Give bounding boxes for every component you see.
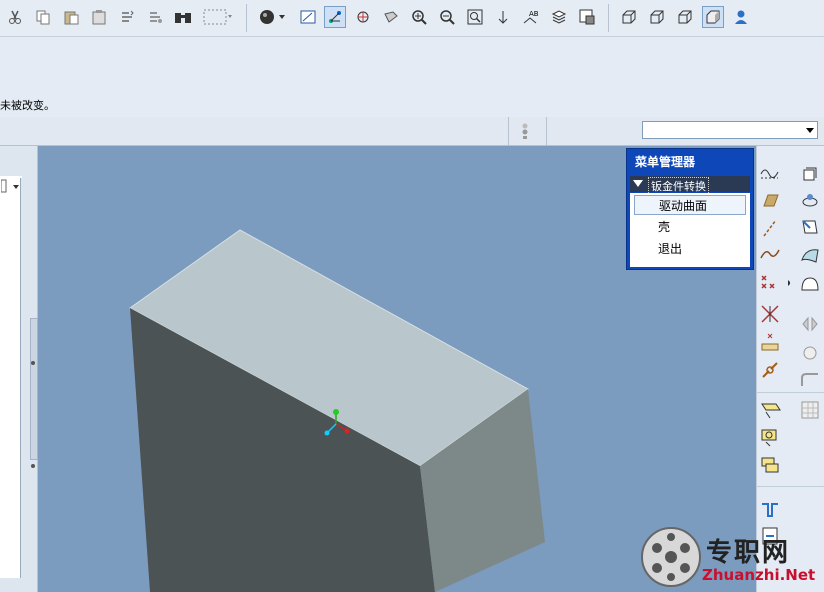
sketch-icon[interactable]	[760, 164, 780, 183]
mirror-icon[interactable]	[800, 316, 820, 335]
shell-icon[interactable]	[800, 344, 820, 365]
splitter-grip-icon	[31, 464, 35, 468]
watermark-url: Zhuanzhi.Net	[702, 566, 816, 584]
model-tree-icon[interactable]	[548, 6, 570, 28]
refit-icon[interactable]	[380, 6, 402, 28]
pattern-icon[interactable]	[800, 400, 820, 423]
hidden-line-icon[interactable]	[646, 6, 668, 28]
tree-settings-icon[interactable]	[0, 179, 19, 195]
panel-splitter[interactable]	[30, 318, 38, 460]
message-area	[0, 37, 824, 118]
zoom-out-icon[interactable]	[436, 6, 458, 28]
layer-tree-icon[interactable]	[576, 6, 598, 28]
model-tree-pane	[0, 176, 21, 578]
regen-manager-icon[interactable]	[144, 6, 166, 28]
saved-view-icon[interactable]	[297, 6, 319, 28]
filter-dropdown[interactable]	[642, 121, 818, 139]
message-text: 未被改变。	[0, 99, 55, 112]
style-icon[interactable]	[760, 456, 782, 479]
menu-item-shell[interactable]: 壳	[634, 217, 746, 237]
layer-display-icon[interactable]	[760, 400, 782, 423]
round-icon[interactable]	[800, 372, 820, 391]
wireframe-icon[interactable]	[618, 6, 640, 28]
datum-csys-icon[interactable]	[760, 304, 780, 327]
datum-plane-icon[interactable]	[760, 192, 780, 211]
find-icon[interactable]	[172, 6, 194, 28]
zoom-in-icon[interactable]	[408, 6, 430, 28]
view-manager-icon[interactable]	[760, 428, 782, 451]
paste-icon[interactable]	[60, 6, 82, 28]
relation-icon[interactable]	[760, 360, 780, 383]
revolve-icon[interactable]	[800, 192, 820, 213]
watermark-title: 专职网	[706, 538, 791, 568]
menu-manager-title: 菜单管理器	[635, 155, 696, 169]
watermark-logo-icon	[641, 527, 701, 587]
chevron-down-icon[interactable]	[806, 128, 814, 133]
traffic-light-icon	[520, 122, 530, 143]
navigator-panel	[0, 146, 38, 592]
extrude-icon[interactable]	[800, 164, 820, 185]
datum-axis-icon[interactable]	[760, 218, 780, 241]
menu-items-list: 驱动曲面 壳 退出	[630, 193, 750, 267]
sweep-icon[interactable]	[800, 218, 820, 241]
menu-item-quit[interactable]: 退出	[634, 239, 746, 259]
watermark: 专职网 Zhuanzhi.Net	[640, 524, 824, 592]
regenerate-icon[interactable]	[116, 6, 138, 28]
menu-manager-window: 菜单管理器 钣金件转换 驱动曲面 壳 退出	[626, 148, 754, 270]
zoom-fit-icon[interactable]	[464, 6, 486, 28]
paste-special-icon[interactable]	[88, 6, 110, 28]
layers-icon[interactable]: AB	[520, 6, 542, 28]
csys-display-icon[interactable]	[352, 6, 374, 28]
menu-item-driving-surface[interactable]: 驱动曲面	[634, 195, 746, 215]
select-box-icon[interactable]	[200, 6, 234, 28]
user-icon[interactable]	[730, 6, 752, 28]
cut-icon[interactable]	[4, 6, 26, 28]
flange-icon[interactable]	[760, 500, 780, 523]
copy-icon[interactable]	[32, 6, 54, 28]
spin-center-icon[interactable]	[492, 6, 514, 28]
appearance-sphere-icon[interactable]	[255, 6, 289, 28]
no-hidden-icon[interactable]	[674, 6, 696, 28]
collapse-triangle-icon[interactable]	[633, 180, 643, 187]
main-toolbar: AB	[0, 0, 824, 37]
boundary-icon[interactable]	[800, 276, 820, 295]
blend-icon[interactable]	[800, 246, 820, 267]
splitter-grip-icon	[31, 361, 35, 365]
datum-display-icon[interactable]	[324, 6, 346, 28]
datum-point-icon[interactable]	[760, 274, 791, 295]
shaded-icon[interactable]	[702, 6, 724, 28]
analysis-icon[interactable]	[760, 332, 780, 355]
svg-text:AB: AB	[529, 10, 539, 18]
datum-curve-icon[interactable]	[760, 246, 780, 265]
menu-section-header[interactable]: 钣金件转换	[630, 176, 750, 195]
